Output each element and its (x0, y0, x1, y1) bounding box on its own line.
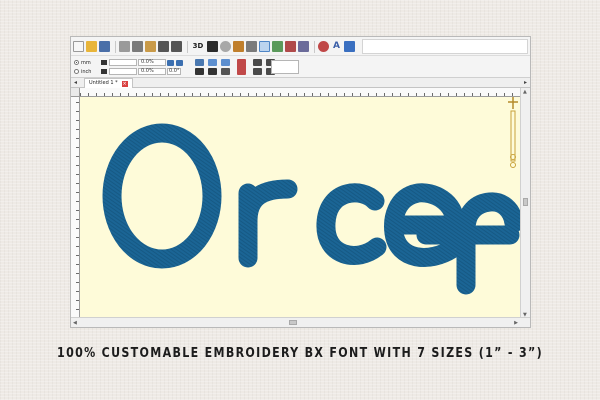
rotation-input[interactable]: 0.0° (167, 68, 181, 75)
vertical-scroll-thumb[interactable] (523, 198, 528, 206)
radio-mm[interactable] (74, 60, 79, 65)
scissors-icon[interactable] (246, 41, 257, 52)
letter-o (112, 133, 212, 259)
design-canvas[interactable] (80, 97, 521, 319)
stitch-icon[interactable] (285, 41, 296, 52)
rotate-right-icon[interactable] (176, 60, 183, 66)
hoop-indicator[interactable] (508, 97, 518, 168)
tab-scroll-left[interactable]: ◂ (74, 79, 77, 86)
design-letters (112, 133, 514, 285)
vertical-ruler (71, 97, 80, 319)
scroll-up-arrow[interactable]: ▲ (523, 89, 527, 95)
palette-icon[interactable] (318, 41, 329, 52)
tab-title: Untitled 1 * (89, 79, 118, 88)
toolbar-empty-area (362, 39, 528, 54)
horizontal-scrollbar[interactable]: ◀ ▶ (71, 317, 530, 327)
tab-untitled-1[interactable]: Untitled 1 * × (84, 78, 133, 88)
height-icon (101, 69, 107, 74)
undo-icon[interactable] (158, 41, 169, 52)
letter-r (248, 189, 288, 258)
distribute-icon[interactable] (221, 59, 230, 66)
zoom-icon[interactable] (220, 41, 231, 52)
cut-icon[interactable] (132, 41, 143, 52)
promo-caption: 100% CUSTOMABLE EMBROIDERY BX FONT WITH … (54, 345, 546, 361)
redo-icon[interactable] (171, 41, 182, 52)
group-icon[interactable] (221, 68, 230, 75)
properties-toolbar: mm inch 0.0% 0.0% (71, 56, 530, 78)
width-input[interactable] (109, 59, 137, 66)
unit-mm-label: mm (81, 60, 91, 66)
thread-color-icon[interactable] (237, 59, 246, 75)
align-left-icon[interactable] (208, 68, 217, 75)
unit-mm-row[interactable]: mm (74, 58, 98, 67)
width-percent-input[interactable]: 0.0% (138, 59, 166, 66)
mirror-vertical-icon[interactable] (195, 68, 204, 75)
letter-f (426, 202, 514, 285)
align-center-icon[interactable] (208, 59, 217, 66)
scroll-right-arrow[interactable]: ▶ (514, 320, 518, 326)
toolbar-separator (314, 41, 315, 53)
height-percent-input[interactable]: 0.0% (138, 68, 166, 75)
vertical-scrollbar[interactable]: ▲ ▼ (520, 88, 530, 319)
hoop-icon[interactable] (272, 41, 283, 52)
font-tool-icon[interactable]: A (331, 41, 342, 52)
paste-icon[interactable] (145, 41, 156, 52)
transform-buttons (195, 59, 279, 75)
rotate-buttons (167, 58, 189, 67)
embroidery-app-window: 3D A mm inch (70, 36, 531, 328)
main-toolbar: 3D A (71, 37, 530, 56)
rotation-row: 0.0° (167, 67, 189, 76)
document-tabbar: ◂ Untitled 1 * × ▸ (71, 78, 530, 88)
spacing-input[interactable] (271, 60, 299, 74)
measure-icon[interactable] (233, 41, 244, 52)
color-picker-icon[interactable] (207, 41, 218, 52)
scroll-left-arrow[interactable]: ◀ (73, 320, 77, 326)
unit-inch-label: inch (81, 69, 91, 75)
rotation-group: 0.0° (167, 58, 189, 76)
spacing-up-icon[interactable] (253, 59, 262, 66)
view-3d-button[interactable]: 3D (191, 41, 205, 52)
letter-e (394, 193, 455, 258)
toolbar-separator (115, 41, 116, 53)
close-icon[interactable]: × (122, 81, 128, 87)
tab-scroll-right[interactable]: ▸ (524, 79, 527, 86)
new-file-icon[interactable] (73, 41, 84, 52)
print-icon[interactable] (119, 41, 130, 52)
letter-c (326, 193, 377, 256)
horizontal-ruler (80, 88, 521, 97)
mirror-horizontal-icon[interactable] (195, 59, 204, 66)
select-pointer-icon[interactable] (259, 41, 270, 52)
width-icon (101, 60, 107, 65)
save-icon[interactable] (99, 41, 110, 52)
toolbar-separator (187, 41, 188, 53)
rotate-left-icon[interactable] (167, 60, 174, 66)
unit-selector: mm inch (74, 58, 98, 76)
height-input[interactable] (109, 68, 137, 75)
ruler-corner (71, 88, 80, 97)
embroidery-design[interactable] (80, 97, 521, 319)
spacing-down-icon[interactable] (253, 68, 262, 75)
grid-icon[interactable] (298, 41, 309, 52)
toolbar-buttons: 3D A (73, 39, 361, 54)
radio-inch[interactable] (74, 69, 79, 74)
unit-inch-row[interactable]: inch (74, 67, 98, 76)
library-icon[interactable] (344, 41, 355, 52)
open-folder-icon[interactable] (86, 41, 97, 52)
horizontal-scroll-thumb[interactable] (289, 320, 297, 325)
